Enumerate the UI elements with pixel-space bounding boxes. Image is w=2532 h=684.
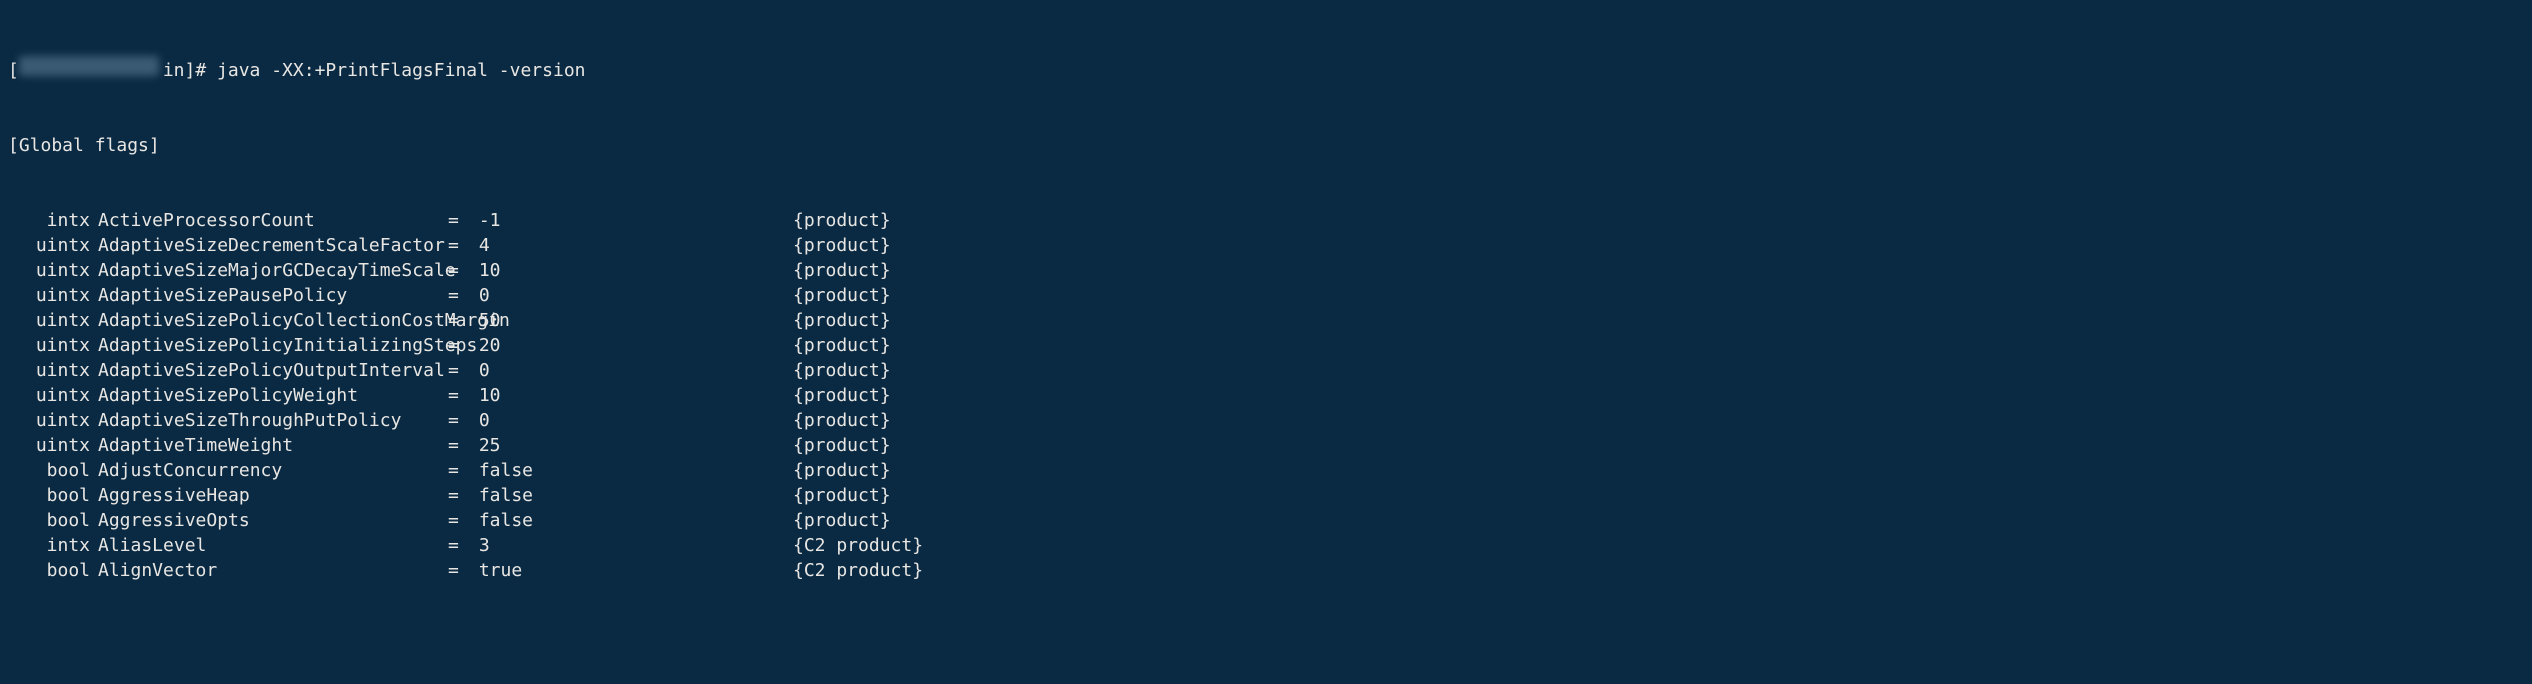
flag-category: {product} [793,383,891,408]
flag-value: 10 [468,383,793,408]
flag-row: boolAggressiveOpts= false{product} [8,508,2524,533]
flag-name: AdjustConcurrency [98,458,448,483]
flag-name: AdaptiveSizePolicyOutputInterval [98,358,448,383]
equals-sign: = [448,383,468,408]
equals-sign: = [448,558,468,583]
flag-category: {product} [793,233,891,258]
prompt-line: [ in]# java -XX:+PrintFlagsFinal -versio… [8,56,2524,83]
flag-name: AdaptiveSizePolicyCollectionCostMargin [98,308,448,333]
equals-sign: = [448,308,468,333]
flag-name: AdaptiveSizePolicyInitializingSteps [98,333,448,358]
flag-name: AdaptiveSizeDecrementScaleFactor [98,233,448,258]
equals-sign: = [448,233,468,258]
flag-type: uintx [8,333,98,358]
flag-type: uintx [8,233,98,258]
flag-name: AdaptiveTimeWeight [98,433,448,458]
flag-row: intxActiveProcessorCount= -1{product} [8,208,2524,233]
flag-row: intxAliasLevel= 3{C2 product} [8,533,2524,558]
flag-name: AdaptiveSizeThroughPutPolicy [98,408,448,433]
flag-type: uintx [8,358,98,383]
flag-name: AggressiveOpts [98,508,448,533]
flag-row: boolAdjustConcurrency= false{product} [8,458,2524,483]
equals-sign: = [448,208,468,233]
command-text: java -XX:+PrintFlagsFinal -version [217,58,585,83]
flag-name: AdaptiveSizeMajorGCDecayTimeScale [98,258,448,283]
flag-category: {product} [793,433,891,458]
flag-row: uintxAdaptiveSizePolicyWeight= 10{produc… [8,383,2524,408]
equals-sign: = [448,483,468,508]
flag-type: uintx [8,258,98,283]
flag-name: AggressiveHeap [98,483,448,508]
flag-row: uintxAdaptiveSizeDecrementScaleFactor= 4… [8,233,2524,258]
flag-row: uintxAdaptiveSizePolicyCollectionCostMar… [8,308,2524,333]
flag-row: uintxAdaptiveTimeWeight= 25{product} [8,433,2524,458]
flag-name: AdaptiveSizePausePolicy [98,283,448,308]
flag-type: uintx [8,433,98,458]
flag-value: false [468,458,793,483]
flag-type: bool [8,458,98,483]
flag-category: {product} [793,283,891,308]
flag-category: {product} [793,358,891,383]
flag-type: intx [8,208,98,233]
flags-table: intxActiveProcessorCount= -1{product}uin… [8,208,2524,583]
flag-value: 50 [468,308,793,333]
flag-name: AlignVector [98,558,448,583]
flag-category: {product} [793,408,891,433]
flag-name: AliasLevel [98,533,448,558]
flag-row: uintxAdaptiveSizePolicyInitializingSteps… [8,333,2524,358]
flag-category: {C2 product} [793,558,923,583]
flag-value: -1 [468,208,793,233]
flag-type: uintx [8,408,98,433]
flag-value: 4 [468,233,793,258]
flag-type: uintx [8,283,98,308]
equals-sign: = [448,408,468,433]
flag-type: bool [8,483,98,508]
flag-value: 25 [468,433,793,458]
equals-sign: = [448,358,468,383]
flag-name: ActiveProcessorCount [98,208,448,233]
flag-value: true [468,558,793,583]
prompt-bracket-open: [ [8,58,19,83]
flag-type: intx [8,533,98,558]
flag-name: AdaptiveSizePolicyWeight [98,383,448,408]
equals-sign: = [448,533,468,558]
flag-value: 0 [468,358,793,383]
flag-category: {product} [793,483,891,508]
flag-type: uintx [8,383,98,408]
flag-type: bool [8,558,98,583]
flag-category: {product} [793,458,891,483]
prompt-suffix: in]# [163,58,217,83]
redacted-host [19,56,159,76]
equals-sign: = [448,508,468,533]
flag-row: uintxAdaptiveSizeMajorGCDecayTimeScale= … [8,258,2524,283]
flag-value: false [468,483,793,508]
equals-sign: = [448,333,468,358]
flag-row: boolAlignVector= true{C2 product} [8,558,2524,583]
flag-row: uintxAdaptiveSizePolicyOutputInterval= 0… [8,358,2524,383]
flag-category: {product} [793,308,891,333]
flag-row: boolAggressiveHeap= false{product} [8,483,2524,508]
flag-category: {product} [793,333,891,358]
equals-sign: = [448,283,468,308]
flag-category: {product} [793,508,891,533]
flag-category: {C2 product} [793,533,923,558]
flag-category: {product} [793,208,891,233]
flag-value: 3 [468,533,793,558]
flags-header: [Global flags] [8,133,2524,158]
terminal-output[interactable]: [ in]# java -XX:+PrintFlagsFinal -versio… [0,0,2532,612]
flag-value: false [468,508,793,533]
flag-value: 0 [468,408,793,433]
flag-category: {product} [793,258,891,283]
flag-row: uintxAdaptiveSizeThroughPutPolicy= 0{pro… [8,408,2524,433]
flag-row: uintxAdaptiveSizePausePolicy= 0{product} [8,283,2524,308]
equals-sign: = [448,258,468,283]
flag-value: 0 [468,283,793,308]
flag-type: uintx [8,308,98,333]
flag-value: 10 [468,258,793,283]
equals-sign: = [448,458,468,483]
flag-value: 20 [468,333,793,358]
flag-type: bool [8,508,98,533]
equals-sign: = [448,433,468,458]
